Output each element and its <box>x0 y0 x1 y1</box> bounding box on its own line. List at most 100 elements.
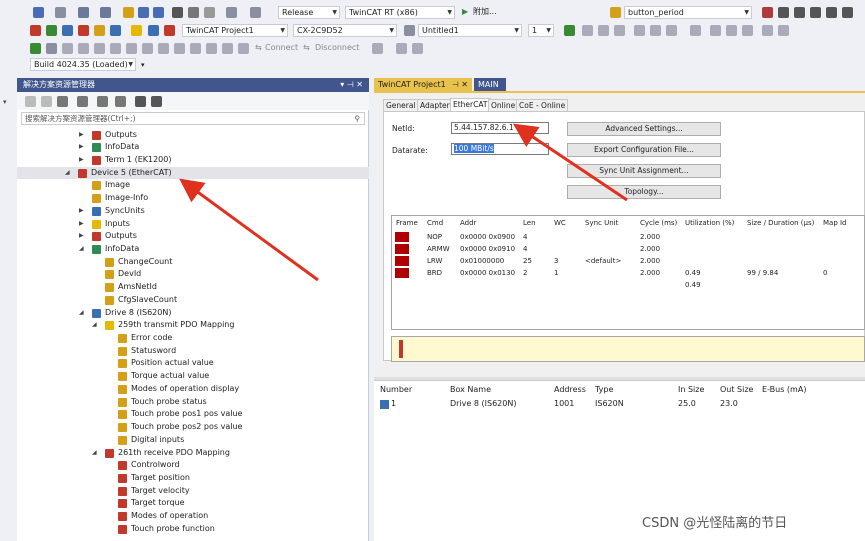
find-combo[interactable]: button_period ▼ <box>624 6 752 19</box>
scan-icon[interactable] <box>110 25 121 36</box>
undo-icon[interactable] <box>226 7 237 18</box>
expand-toggle-icon[interactable]: ▶ <box>79 218 84 231</box>
explorer-search-input[interactable]: 搜索解决方案资源管理器(Ctrl+;) ⚲ <box>21 112 365 125</box>
explorer-back-icon[interactable] <box>25 96 36 107</box>
tools-icon[interactable] <box>842 7 853 18</box>
box-list-header[interactable]: In Size <box>678 385 704 394</box>
force-icon[interactable] <box>726 25 737 36</box>
sync-icon[interactable] <box>97 96 108 107</box>
tab-coe-online[interactable]: CoE - Online <box>516 99 569 111</box>
frame-table-header[interactable]: Sync Unit <box>585 219 618 227</box>
toggle-free-run-icon[interactable] <box>94 25 105 36</box>
expand-toggle-icon[interactable]: ▶ <box>79 129 84 142</box>
target-combo[interactable]: CX-2C9D52 ▼ <box>293 24 397 37</box>
paste-icon[interactable] <box>204 7 215 18</box>
frame-table-header[interactable]: Map Id <box>823 219 847 227</box>
tree-item[interactable]: CfgSlaveCount <box>17 294 369 307</box>
expand-toggle-icon[interactable]: ▶ <box>79 205 84 218</box>
breakpoint-icon[interactable] <box>690 25 701 36</box>
forward-icon[interactable] <box>55 7 66 18</box>
tree-item[interactable]: Touch probe pos1 pos value <box>17 408 369 421</box>
layout-icon[interactable] <box>142 43 153 54</box>
frame-table-header[interactable]: Addr <box>460 219 476 227</box>
tree-item[interactable]: ◢ Drive 8 (IS620N) <box>17 307 369 320</box>
connect-button[interactable]: Connect <box>265 42 298 54</box>
config-combo[interactable]: Release ▼ <box>278 6 340 19</box>
logout-icon[interactable] <box>614 25 625 36</box>
frame-table-header[interactable]: Len <box>523 219 536 227</box>
tree-item[interactable]: Digital inputs <box>17 434 369 447</box>
filter-icon[interactable] <box>78 43 89 54</box>
project-combo[interactable]: TwinCAT Project1 ▼ <box>182 24 288 37</box>
tree-item[interactable]: ▶ InfoData <box>17 141 369 154</box>
open-folder-icon[interactable] <box>123 7 134 18</box>
frame-table-header[interactable]: Utilization (%) <box>685 219 734 227</box>
tree-item[interactable]: Image <box>17 179 369 192</box>
expand-toggle-icon[interactable]: ▶ <box>79 154 84 167</box>
login-icon[interactable] <box>564 25 575 36</box>
expand-toggle-icon[interactable]: ◢ <box>92 319 97 332</box>
module-icon[interactable] <box>826 7 837 18</box>
watch-icon[interactable] <box>710 25 721 36</box>
tree-item[interactable]: Controlword <box>17 459 369 472</box>
copy-icon[interactable] <box>188 7 199 18</box>
config-mode-icon[interactable] <box>62 25 73 36</box>
tree-item[interactable]: AmsNetId <box>17 281 369 294</box>
wrench-icon[interactable] <box>778 7 789 18</box>
tree-item[interactable]: Image-Info <box>17 192 369 205</box>
box-list-header[interactable]: Box Name <box>450 385 491 394</box>
ethercat-icon[interactable] <box>164 25 175 36</box>
tree-item[interactable]: Target torque <box>17 497 369 510</box>
explorer-forward-icon[interactable] <box>41 96 52 107</box>
stop-icon[interactable] <box>598 25 609 36</box>
zoom-icon[interactable] <box>174 43 185 54</box>
step-out-icon[interactable] <box>666 25 677 36</box>
advanced-settings-button[interactable]: Advanced Settings... <box>567 122 721 136</box>
box-list-cell[interactable]: Drive 8 (IS620N) <box>450 399 516 408</box>
save-all-icon[interactable] <box>153 7 164 18</box>
ads-icon[interactable] <box>30 43 41 54</box>
save-icon[interactable] <box>138 7 149 18</box>
tab-general[interactable]: General <box>383 99 419 111</box>
expand-toggle-icon[interactable]: ◢ <box>79 307 84 320</box>
tree-item[interactable]: ▶ Inputs <box>17 218 369 231</box>
frame-table-header[interactable]: Size / Duration (µs) <box>747 219 814 227</box>
platform-combo[interactable]: TwinCAT RT (x86) ▼ <box>345 6 455 19</box>
back-icon[interactable] <box>33 7 44 18</box>
box-list-header[interactable]: Number <box>380 385 412 394</box>
disconnect-button[interactable]: Disconnect <box>315 42 359 54</box>
tree-item[interactable]: Touch probe function <box>17 523 369 536</box>
pending-changes-icon[interactable] <box>77 96 88 107</box>
activate-config-icon[interactable] <box>30 25 41 36</box>
window-icon[interactable] <box>222 43 233 54</box>
device-icon[interactable] <box>794 7 805 18</box>
sync-unit-assignment-button[interactable]: Sync Unit Assignment... <box>567 164 721 178</box>
reset-icon[interactable] <box>778 25 789 36</box>
export-config-button[interactable]: Export Configuration File... <box>567 143 721 157</box>
write-values-icon[interactable] <box>742 25 753 36</box>
gutter-arrow-icon[interactable]: ▾ <box>3 96 7 108</box>
box-list-header[interactable]: Address <box>554 385 586 394</box>
reload-icon[interactable] <box>78 25 89 36</box>
format-icon[interactable] <box>126 43 137 54</box>
frame-table-header[interactable]: Frame <box>396 219 418 227</box>
tree-item[interactable]: ▶ Term 1 (EK1200) <box>17 154 369 167</box>
choose-target-icon[interactable] <box>404 25 415 36</box>
redo-icon[interactable] <box>250 7 261 18</box>
expand-toggle-icon[interactable]: ◢ <box>65 167 70 180</box>
expand-toggle-icon[interactable]: ▶ <box>79 141 84 154</box>
add-item-icon[interactable] <box>100 7 111 18</box>
tree-item[interactable]: Position actual value <box>17 357 369 370</box>
expand-toggle-icon[interactable]: ◢ <box>92 447 97 460</box>
tree-item[interactable]: ◢ 259th transmit PDO Mapping <box>17 319 369 332</box>
box-list-header[interactable]: E-Bus (mA) <box>762 385 806 394</box>
network-icon[interactable] <box>810 7 821 18</box>
lock-icon[interactable] <box>372 43 383 54</box>
number-combo[interactable]: 1 ▼ <box>528 24 554 37</box>
box-list-header[interactable]: Type <box>595 385 613 394</box>
tree-item[interactable]: DevId <box>17 268 369 281</box>
tree-item[interactable]: ◢ 261th receive PDO Mapping <box>17 447 369 460</box>
start-icon[interactable] <box>582 25 593 36</box>
frame-table-header[interactable]: WC <box>554 219 566 227</box>
run-mode-icon[interactable] <box>46 25 57 36</box>
